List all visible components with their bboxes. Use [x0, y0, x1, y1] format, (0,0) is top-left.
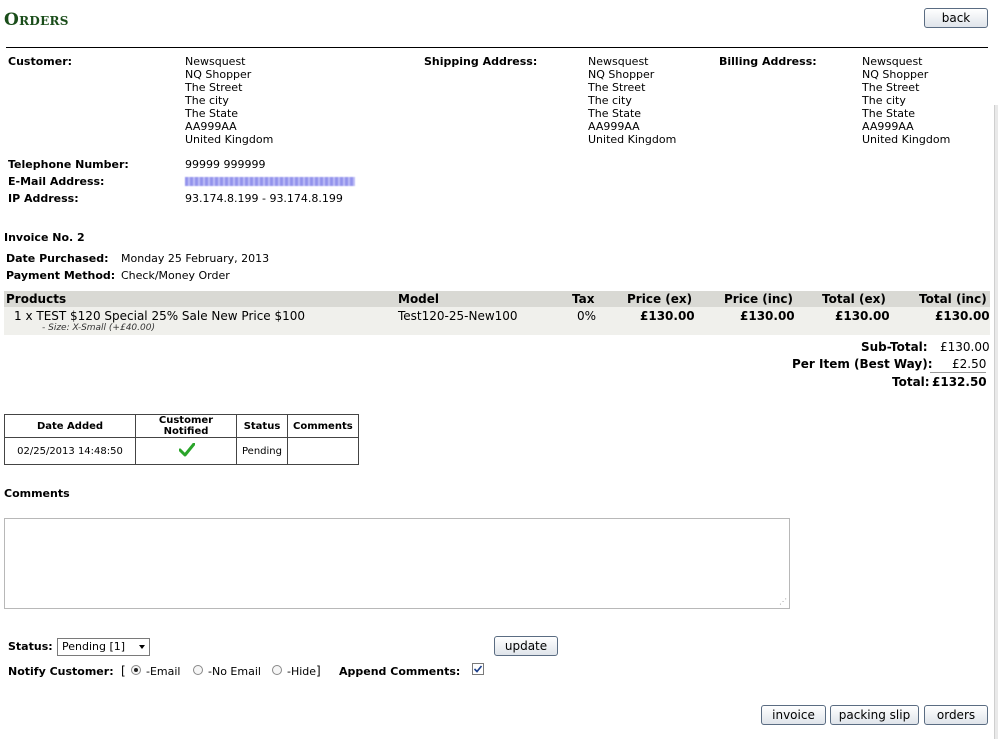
address-line: NQ Shopper: [185, 68, 252, 81]
notify-customer-label: Notify Customer:: [8, 665, 114, 678]
column-header-total-inc: Total (inc): [919, 292, 987, 306]
address-line: The State: [185, 107, 239, 120]
shipping-address-label: Shipping Address:: [424, 55, 538, 68]
history-notified: [135, 437, 237, 465]
date-purchased-label: Date Purchased:: [6, 252, 109, 265]
address-line: United Kingdom: [862, 133, 951, 146]
history-comments: [287, 437, 359, 465]
notify-open-bracket: [: [121, 664, 126, 678]
packing-slip-button[interactable]: packing slip: [830, 705, 919, 725]
address-line: NQ Shopper: [588, 68, 655, 81]
customer-label: Customer:: [8, 55, 73, 68]
address-line: The State: [862, 107, 916, 120]
checkmark-icon: [473, 665, 483, 673]
notify-email-label: -Email: [146, 665, 181, 678]
comments-textarea[interactable]: ⋰: [4, 518, 790, 609]
column-header-total-ex: Total (ex): [822, 292, 886, 306]
address-line: AA999AA: [862, 120, 914, 133]
column-header-comments: Comments: [287, 414, 359, 438]
comments-label: Comments: [4, 487, 70, 500]
status-select[interactable]: Pending [1]: [57, 638, 150, 656]
payment-method-value: Check/Money Order: [121, 269, 230, 282]
address-line: NQ Shopper: [862, 68, 929, 81]
column-header-date-added: Date Added: [4, 414, 136, 438]
telephone-label: Telephone Number:: [8, 158, 129, 171]
address-line: The Street: [185, 81, 243, 94]
column-header-model: Model: [398, 292, 440, 306]
column-header-customer-notified: Customer Notified: [135, 414, 237, 438]
status-history-table: Date Added Customer Notified Status Comm…: [4, 414, 359, 465]
billing-address: Newsquest NQ Shopper The Street The city…: [862, 55, 950, 146]
chevron-down-icon: [139, 645, 145, 649]
address-line: United Kingdom: [588, 133, 677, 146]
invoice-button[interactable]: invoice: [761, 705, 826, 725]
divider: [6, 47, 988, 48]
history-status: Pending: [236, 437, 288, 465]
column-header-status: Status: [236, 414, 288, 438]
payment-method-label: Payment Method:: [6, 269, 116, 282]
orders-button[interactable]: orders: [924, 705, 988, 725]
address-line: Newsquest: [185, 55, 246, 68]
product-name: 1 x TEST $120 Special 25% Sale New Price…: [14, 309, 306, 323]
total-value: £132.50: [932, 375, 987, 389]
product-attribute: - Size: X-Small (+£40.00): [42, 323, 155, 333]
notify-no-email-label: -No Email: [208, 665, 261, 678]
totals-divider: [930, 372, 986, 373]
subtotal-value: £130.00: [940, 340, 990, 354]
shipping-method-label: Per Item (Best Way):: [792, 357, 933, 371]
resize-grip-icon[interactable]: ⋰: [779, 598, 787, 606]
ip-value: 93.174.8.199 - 93.174.8.199: [185, 192, 343, 205]
email-label: E-Mail Address:: [8, 175, 105, 188]
update-button[interactable]: update: [494, 636, 558, 656]
notify-email-radio[interactable]: [131, 665, 141, 675]
customer-address: Newsquest NQ Shopper The Street The city…: [185, 55, 273, 146]
subtotal-label: Sub-Total:: [861, 340, 928, 354]
address-line: The city: [185, 94, 229, 107]
append-comments-label: Append Comments:: [339, 665, 461, 678]
product-total-inc: £130.00: [935, 309, 990, 323]
address-line: Newsquest: [588, 55, 649, 68]
append-comments-checkbox[interactable]: [472, 663, 484, 675]
status-label: Status:: [8, 640, 53, 653]
product-model: Test120-25-New100: [398, 309, 518, 323]
page-title: Orders: [4, 10, 69, 30]
product-price-ex: £130.00: [640, 309, 695, 323]
date-purchased-value: Monday 25 February, 2013: [121, 252, 270, 265]
column-header-price-ex: Price (ex): [627, 292, 693, 306]
telephone-value: 99999 999999: [185, 158, 266, 171]
address-line: The Street: [588, 81, 646, 94]
address-line: AA999AA: [185, 120, 237, 133]
address-line: The Street: [862, 81, 920, 94]
check-icon: [179, 442, 195, 457]
column-header-price-inc: Price (inc): [724, 292, 793, 306]
product-price-inc: £130.00: [740, 309, 795, 323]
address-line: The city: [862, 94, 906, 107]
column-header-tax: Tax: [572, 292, 595, 306]
table-row: 02/25/2013 14:48:50 Pending: [4, 437, 359, 465]
email-link[interactable]: [185, 177, 355, 186]
back-button[interactable]: back: [924, 8, 988, 28]
ip-label: IP Address:: [8, 192, 79, 205]
history-date: 02/25/2013 14:48:50: [4, 437, 136, 465]
column-header-products: Products: [6, 292, 67, 306]
billing-address-label: Billing Address:: [719, 55, 817, 68]
scrollbar[interactable]: [994, 105, 998, 739]
status-selected-value: Pending [1]: [62, 640, 126, 653]
notify-hide-radio[interactable]: [272, 665, 282, 675]
shipping-address: Newsquest NQ Shopper The Street The city…: [588, 55, 676, 146]
product-tax: 0%: [577, 309, 597, 323]
address-line: The city: [588, 94, 632, 107]
address-line: Newsquest: [862, 55, 923, 68]
total-label: Total:: [892, 375, 930, 389]
notify-no-email-radio[interactable]: [193, 665, 203, 675]
address-line: The State: [588, 107, 642, 120]
notify-hide-label: -Hide: [287, 665, 317, 678]
product-total-ex: £130.00: [835, 309, 890, 323]
notify-close-bracket: ]: [316, 664, 321, 678]
address-line: AA999AA: [588, 120, 640, 133]
shipping-cost-value: £2.50: [952, 357, 987, 371]
address-line: United Kingdom: [185, 133, 274, 146]
invoice-number: Invoice No. 2: [4, 231, 85, 244]
